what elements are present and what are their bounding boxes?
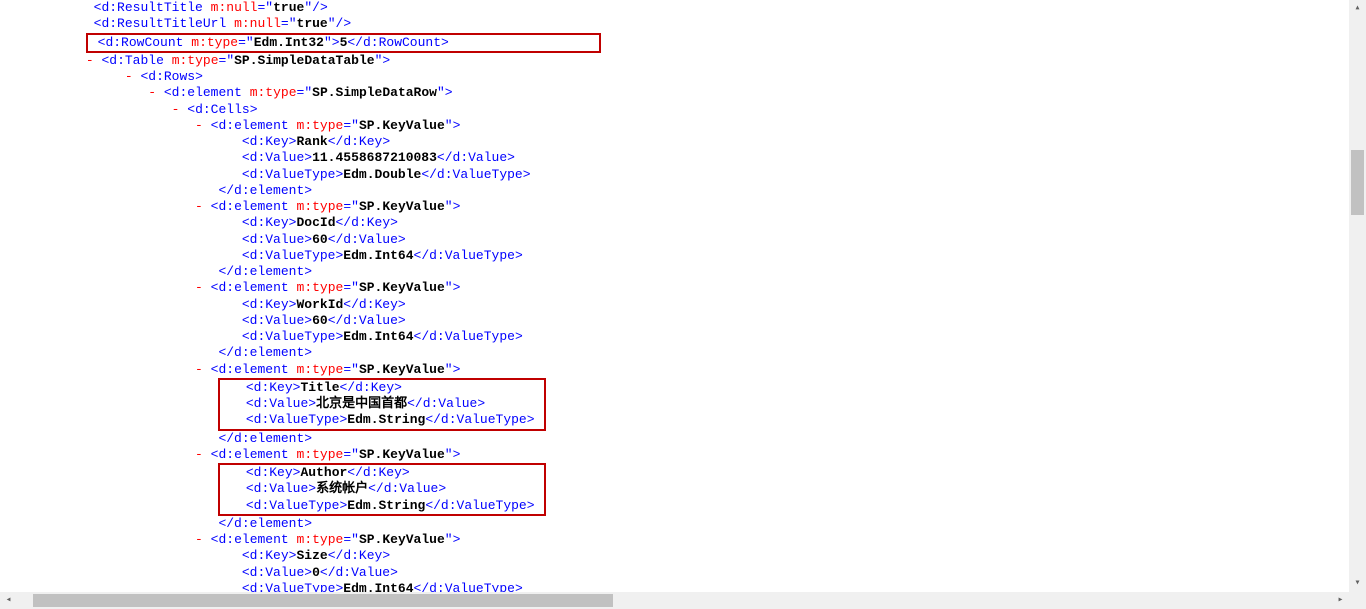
collapse-toggle[interactable]: -	[172, 102, 180, 117]
xml-line-highlight-rowcount: <d:RowCount m:type="Edm.Int32">5</d:RowC…	[0, 33, 1349, 53]
highlight-box: <d:Key>Title</d:Key> <d:Value>北京是中国首都</d…	[218, 378, 546, 431]
xml-line: </d:element>	[0, 183, 1349, 199]
horizontal-scroll-thumb[interactable]	[33, 594, 613, 607]
xml-line: <d:ResultTitleUrl m:null="true"/>	[0, 16, 1349, 32]
xml-line: </d:element>	[0, 431, 1349, 447]
vertical-scroll-thumb[interactable]	[1351, 150, 1364, 215]
xml-line: <d:Key>Rank</d:Key>	[0, 134, 1349, 150]
xml-line: <d:Key>DocId</d:Key>	[0, 215, 1349, 231]
scrollbar-corner	[1349, 592, 1366, 609]
vertical-scrollbar[interactable]: ▴ ▾	[1349, 0, 1366, 592]
collapse-toggle[interactable]: -	[195, 447, 203, 462]
xml-content: <d:ResultTitle m:null="true"/> <d:Result…	[0, 0, 1349, 592]
xml-line: <d:Value>11.4558687210083</d:Value>	[0, 150, 1349, 166]
scroll-left-button[interactable]: ◂	[0, 592, 17, 609]
xml-line: <d:ResultTitle m:null="true"/>	[0, 0, 1349, 16]
xml-line: <d:Value>60</d:Value>	[0, 313, 1349, 329]
collapse-toggle[interactable]: -	[195, 362, 203, 377]
xml-line: - <d:element m:type="SP.KeyValue">	[0, 118, 1349, 134]
xml-line: <d:ValueType>Edm.Int64</d:ValueType>	[0, 329, 1349, 345]
xml-line: - <d:element m:type="SP.KeyValue">	[0, 447, 1349, 463]
xml-line: - <d:element m:type="SP.KeyValue">	[0, 532, 1349, 548]
scroll-right-button[interactable]: ▸	[1332, 592, 1349, 609]
xml-viewer: <d:ResultTitle m:null="true"/> <d:Result…	[0, 0, 1349, 592]
xml-line: - <d:Table m:type="SP.SimpleDataTable">	[0, 53, 1349, 69]
xml-line: - <d:element m:type="SP.KeyValue">	[0, 199, 1349, 215]
xml-line-highlight-author: <d:Key>Author</d:Key> <d:Value>系统帐户</d:V…	[0, 463, 1349, 516]
xml-line: - <d:element m:type="SP.SimpleDataRow">	[0, 85, 1349, 101]
xml-line: <d:Key>WorkId</d:Key>	[0, 297, 1349, 313]
xml-line: <d:Value>60</d:Value>	[0, 232, 1349, 248]
collapse-toggle[interactable]: -	[195, 118, 203, 133]
xml-line: - <d:element m:type="SP.KeyValue">	[0, 280, 1349, 296]
collapse-toggle[interactable]: -	[195, 199, 203, 214]
xml-line-highlight-title: <d:Key>Title</d:Key> <d:Value>北京是中国首都</d…	[0, 378, 1349, 431]
xml-line: - <d:element m:type="SP.KeyValue">	[0, 362, 1349, 378]
collapse-toggle[interactable]: -	[148, 85, 156, 100]
collapse-toggle[interactable]: -	[125, 69, 133, 84]
collapse-toggle[interactable]: -	[86, 53, 94, 68]
scroll-up-button[interactable]: ▴	[1349, 0, 1366, 17]
collapse-toggle[interactable]: -	[195, 532, 203, 547]
highlight-box: <d:Key>Author</d:Key> <d:Value>系统帐户</d:V…	[218, 463, 546, 516]
xml-line: </d:element>	[0, 345, 1349, 361]
xml-line: </d:element>	[0, 264, 1349, 280]
horizontal-scrollbar[interactable]: ◂ ▸	[0, 592, 1349, 609]
xml-line: <d:ValueType>Edm.Double</d:ValueType>	[0, 167, 1349, 183]
xml-line: <d:ValueType>Edm.Int64</d:ValueType>	[0, 248, 1349, 264]
xml-line: <d:Value>0</d:Value>	[0, 565, 1349, 581]
xml-line: - <d:Rows>	[0, 69, 1349, 85]
collapse-toggle[interactable]: -	[195, 280, 203, 295]
xml-line: <d:ValueType>Edm.Int64</d:ValueType>	[0, 581, 1349, 592]
xml-line: </d:element>	[0, 516, 1349, 532]
xml-line: <d:Key>Size</d:Key>	[0, 548, 1349, 564]
highlight-box: <d:RowCount m:type="Edm.Int32">5</d:RowC…	[86, 33, 601, 53]
scroll-down-button[interactable]: ▾	[1349, 575, 1366, 592]
xml-line: - <d:Cells>	[0, 102, 1349, 118]
